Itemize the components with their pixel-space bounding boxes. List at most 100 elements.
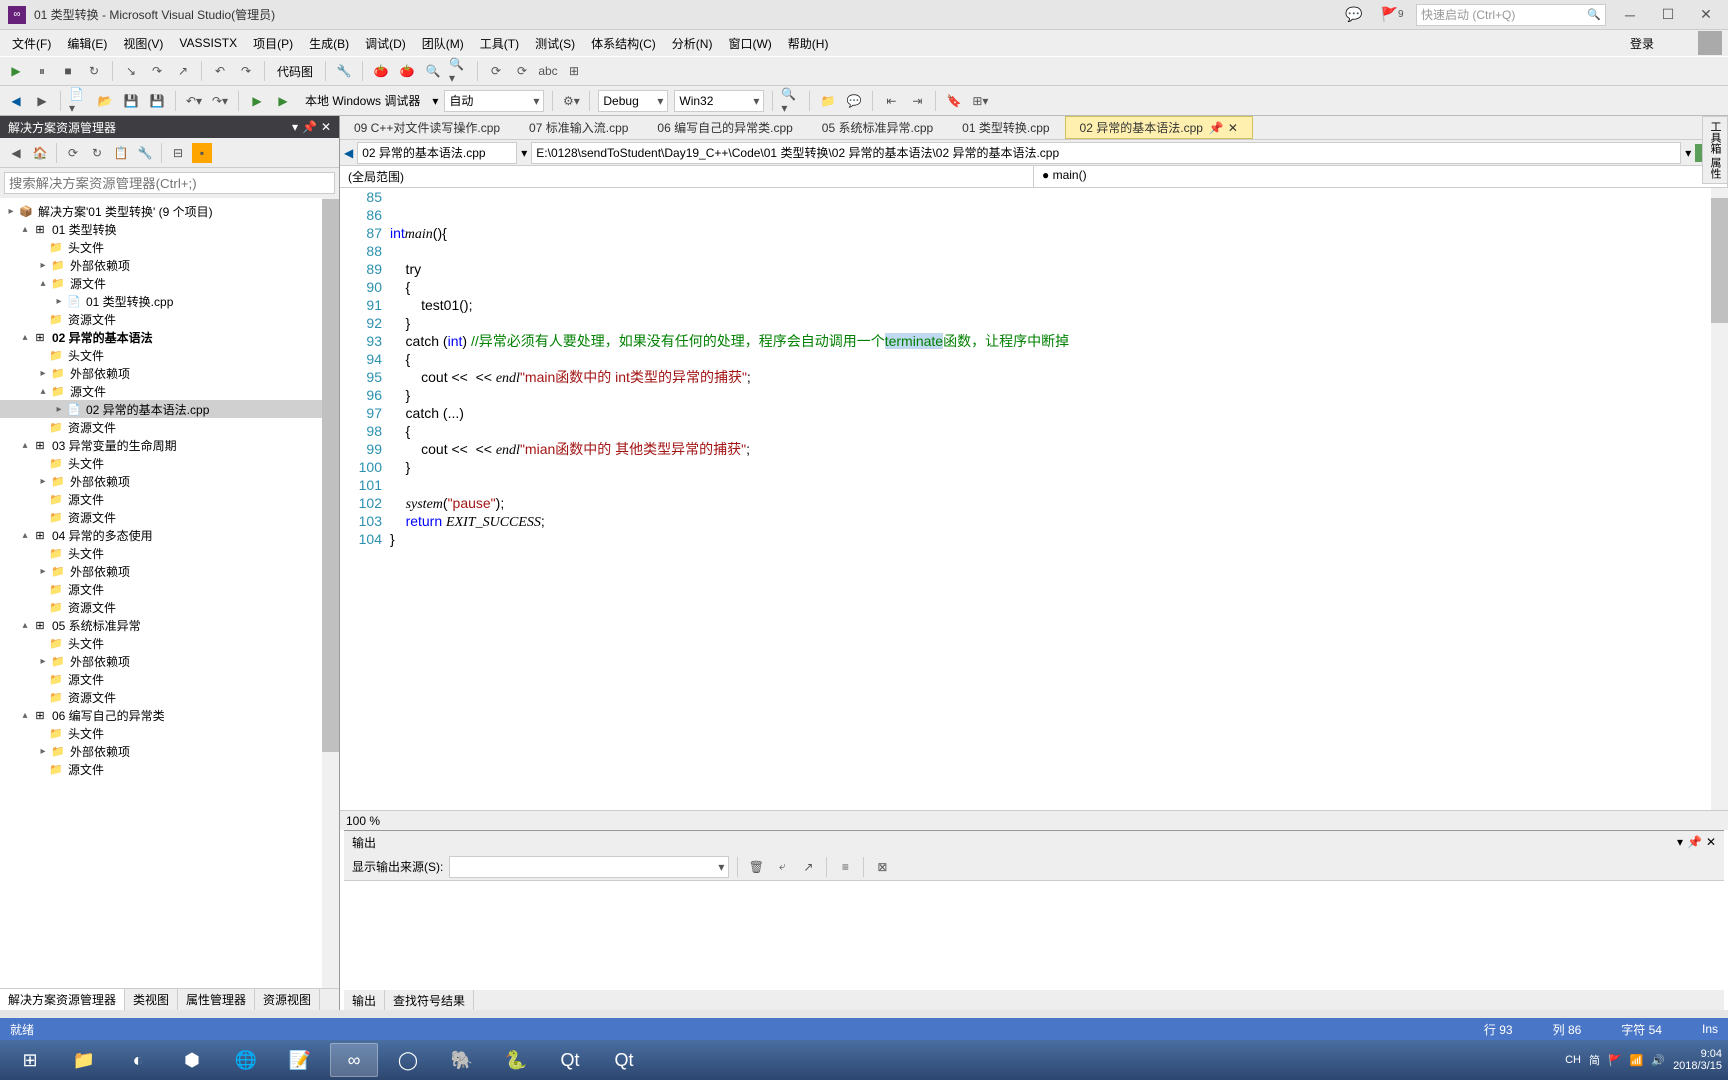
va-dropdown-icon[interactable]: 🔍▾	[449, 61, 469, 81]
solution-search[interactable]	[4, 172, 335, 194]
project-item[interactable]: 01 类型转换	[52, 221, 117, 238]
collapse-icon[interactable]: ▴	[18, 224, 32, 235]
vs-icon[interactable]: ∞	[330, 1043, 378, 1077]
find-icon[interactable]: 🔍▾	[781, 91, 801, 111]
solution-search-input[interactable]	[4, 172, 335, 194]
project-item[interactable]: 03 异常变量的生命周期	[52, 437, 177, 454]
undo2-icon[interactable]: ↶▾	[184, 91, 204, 111]
nav-down-icon[interactable]: ▾	[1685, 146, 1691, 160]
tab-class-view[interactable]: 类视图	[125, 989, 178, 1010]
folder-headers[interactable]: 头文件	[68, 455, 104, 472]
folder-external[interactable]: 外部依赖项	[70, 365, 130, 382]
source-file[interactable]: 01 类型转换.cpp	[86, 293, 173, 310]
scope-dropdown-right[interactable]: ● main()	[1034, 166, 1728, 187]
open-icon[interactable]: 📂	[95, 91, 115, 111]
code-lines[interactable]: intmain(){ try { test01(); } catch (int)…	[390, 188, 1728, 810]
align-icon[interactable]: ≡	[835, 857, 855, 877]
folder-headers[interactable]: 头文件	[68, 239, 104, 256]
clear-icon[interactable]: 🗑	[746, 857, 766, 877]
tray-vol-icon[interactable]: 🔊	[1651, 1054, 1665, 1067]
sublime-icon[interactable]: 📝	[276, 1043, 324, 1077]
panel-pin-icon[interactable]: 📌	[1687, 835, 1702, 849]
chrome-icon[interactable]: 🌐	[222, 1043, 270, 1077]
redo2-icon[interactable]: ↷▾	[210, 91, 230, 111]
menu-help[interactable]: 帮助(H)	[782, 33, 835, 54]
tab-find-symbol[interactable]: 查找符号结果	[385, 990, 474, 1010]
platform-dropdown[interactable]: Win32	[674, 90, 764, 112]
code-editor[interactable]: 8586878889909192939495969798991001011021…	[340, 188, 1728, 810]
step-into-icon[interactable]: ↘	[121, 61, 141, 81]
nav-back-icon[interactable]: ◀	[344, 146, 353, 160]
project-item[interactable]: 06 编写自己的异常类	[52, 707, 165, 724]
play-icon[interactable]: ▶	[6, 61, 26, 81]
start-button[interactable]: ⊞	[6, 1043, 54, 1077]
menu-project[interactable]: 项目(P)	[247, 33, 299, 54]
menu-edit[interactable]: 编辑(E)	[61, 33, 113, 54]
text-icon[interactable]: abc	[538, 61, 558, 81]
folder-headers[interactable]: 头文件	[68, 635, 104, 652]
panel-dropdown-icon[interactable]: ▾	[292, 120, 298, 134]
evernote-icon[interactable]: 🐘	[438, 1043, 486, 1077]
folder-external[interactable]: 外部依赖项	[70, 257, 130, 274]
explorer-icon[interactable]: 📁	[60, 1043, 108, 1077]
editor-scrollbar[interactable]	[1711, 188, 1728, 810]
folder-source[interactable]: 源文件	[70, 275, 106, 292]
panel-dropdown-icon[interactable]: ▾	[1677, 835, 1683, 849]
folder-source[interactable]: 源文件	[68, 671, 104, 688]
start-icon[interactable]: ▶	[247, 91, 267, 111]
build-icon[interactable]: ⚙▾	[561, 91, 581, 111]
expand-icon[interactable]: ▸	[52, 296, 66, 307]
tree-scrollbar[interactable]	[322, 198, 339, 988]
saveall-icon[interactable]: 💾	[147, 91, 167, 111]
tab-resource-view[interactable]: 资源视图	[255, 989, 320, 1010]
restart-icon[interactable]: ↻	[84, 61, 104, 81]
expand-icon[interactable]: ▸	[4, 206, 18, 217]
expand-icon[interactable]: ▸	[36, 656, 50, 667]
signin-link[interactable]: 登录	[1630, 35, 1694, 52]
format-icon[interactable]: ⊞	[564, 61, 584, 81]
quick-launch-input[interactable]: 快速启动 (Ctrl+Q)	[1416, 4, 1606, 26]
refresh-icon[interactable]: ↻	[87, 143, 107, 163]
feedback-icon[interactable]: 💬	[1340, 5, 1368, 25]
folder-external[interactable]: 外部依赖项	[70, 563, 130, 580]
undo-icon[interactable]: ↶	[210, 61, 230, 81]
solution-root[interactable]: 解决方案'01 类型转换' (9 个项目)	[38, 203, 213, 220]
collapse-icon[interactable]: ▴	[18, 530, 32, 541]
stop-icon[interactable]: ■	[58, 61, 78, 81]
folder-headers[interactable]: 头文件	[68, 725, 104, 742]
step-over-icon[interactable]: ↷	[147, 61, 167, 81]
codemap-button[interactable]: 代码图	[273, 63, 317, 80]
unity-icon[interactable]: ⬢	[168, 1043, 216, 1077]
tab-doc-active[interactable]: 02 异常的基本语法.cpp 📌 ✕	[1065, 116, 1253, 139]
tray-flag-icon[interactable]: 🚩	[1608, 1054, 1622, 1067]
sync-icon[interactable]: ⟳	[63, 143, 83, 163]
indent-icon[interactable]: ⇤	[881, 91, 901, 111]
context-dropdown[interactable]: 02 异常的基本语法.cpp	[357, 142, 517, 164]
start2-icon[interactable]: ▶	[273, 91, 293, 111]
collapse-icon[interactable]: ▴	[18, 710, 32, 721]
qt-icon[interactable]: Qt	[546, 1043, 594, 1077]
close-tab-icon[interactable]: ✕	[1228, 121, 1238, 135]
debugger-dropdown[interactable]: 本地 Windows 调试器	[299, 92, 426, 109]
project-item[interactable]: 04 异常的多态使用	[52, 527, 153, 544]
folder-source[interactable]: 源文件	[68, 761, 104, 778]
avatar-icon[interactable]	[1698, 31, 1722, 55]
va-search-icon[interactable]: 🔍	[423, 61, 443, 81]
bookmark-icon[interactable]: 🔖	[944, 91, 964, 111]
scope-dropdown-left[interactable]: (全局范围)	[340, 166, 1034, 187]
collapse-icon[interactable]: ▴	[36, 386, 50, 397]
panel-pin-icon[interactable]: 📌	[302, 120, 317, 134]
python-icon[interactable]: 🐍	[492, 1043, 540, 1077]
tray-date[interactable]: 2018/3/15	[1673, 1060, 1722, 1072]
home-icon[interactable]: 🏠	[30, 143, 50, 163]
path-dropdown[interactable]: E:\0128\sendToStudent\Day19_C++\Code\01 …	[531, 142, 1681, 164]
va-icon2[interactable]: 🍅	[397, 61, 417, 81]
menu-team[interactable]: 团队(M)	[416, 33, 470, 54]
refactor-icon[interactable]: ⟳	[486, 61, 506, 81]
save-icon[interactable]: 💾	[121, 91, 141, 111]
expand-icon[interactable]: ▸	[36, 368, 50, 379]
properties-icon[interactable]: 🔧	[135, 143, 155, 163]
tab-doc[interactable]: 05 系统标准异常.cpp	[808, 116, 948, 139]
menu-arch[interactable]: 体系结构(C)	[585, 33, 662, 54]
zoom-indicator[interactable]: 100 %	[340, 810, 1728, 830]
